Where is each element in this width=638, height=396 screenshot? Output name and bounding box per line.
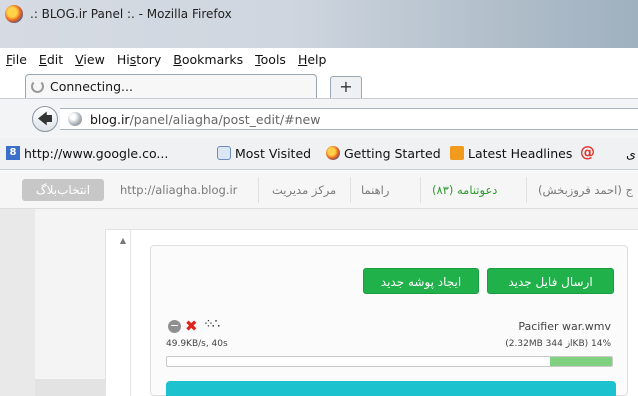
editor-toolbar-bar bbox=[166, 381, 616, 396]
menu-tools[interactable]: Tools bbox=[249, 48, 292, 70]
cancel-upload-icon[interactable]: ✖ bbox=[185, 317, 198, 335]
new-folder-button[interactable]: ایجاد پوشه جدید bbox=[363, 268, 479, 294]
minimize-icon[interactable]: − bbox=[168, 320, 181, 333]
invites-link[interactable]: دعوتنامه (۸۳) bbox=[432, 183, 497, 197]
upload-progress-spinner-icon: ⁘∴ bbox=[203, 317, 220, 332]
new-tab-button[interactable]: + bbox=[330, 76, 362, 98]
manage-center-link[interactable]: مرکز مدیریت bbox=[272, 183, 336, 197]
bookmark-google[interactable]: http://www.google.co... bbox=[24, 146, 168, 161]
loading-spinner-icon bbox=[31, 80, 44, 93]
upload-box: ایجاد پوشه جدید ارسال فایل جدید − ✖ ⁘∴ 4… bbox=[150, 245, 628, 396]
upload-file-name: Pacifier war.wmv bbox=[518, 320, 611, 333]
at-sign-icon[interactable]: @ bbox=[580, 143, 595, 161]
window-title: .: BLOG.ir Panel :. - Mozilla Firefox bbox=[30, 7, 232, 21]
tab-strip: Connecting... + bbox=[0, 70, 638, 98]
nav-separator bbox=[420, 177, 421, 203]
left-panel bbox=[0, 209, 35, 396]
url-bar[interactable]: blog.ir/panel/aliagha/post_edit/#new bbox=[60, 108, 638, 130]
navigation-bar: blog.ir/panel/aliagha/post_edit/#new 🡄 bbox=[0, 98, 638, 138]
nav-separator bbox=[350, 177, 351, 203]
bookmark-latest-headlines[interactable]: Latest Headlines bbox=[468, 146, 572, 161]
google-bookmark-icon: 8 bbox=[6, 146, 20, 160]
upload-file-button[interactable]: ارسال فایل جدید bbox=[487, 268, 614, 294]
menu-bar: File Edit View History Bookmarks Tools H… bbox=[0, 48, 332, 70]
guide-link[interactable]: راهنما bbox=[361, 183, 389, 197]
rss-feed-icon bbox=[450, 146, 464, 160]
tab-connecting[interactable]: Connecting... bbox=[25, 74, 317, 98]
upload-speed: 49.9KB/s, 40s bbox=[166, 339, 228, 349]
menu-file[interactable]: File bbox=[0, 48, 33, 70]
menu-help[interactable]: Help bbox=[292, 48, 333, 70]
menu-history[interactable]: History bbox=[111, 48, 167, 70]
page-content: انتخاب‌بلاگ http://aliagha.blog.ir مرکز … bbox=[0, 171, 638, 396]
bookmarks-bar: 8 http://www.google.co... Most Visited G… bbox=[0, 138, 638, 170]
menu-edit[interactable]: Edit bbox=[33, 48, 69, 70]
getting-started-icon bbox=[326, 146, 340, 160]
left-panel-footer bbox=[35, 379, 105, 396]
nav-separator bbox=[258, 177, 259, 203]
title-bar: .: BLOG.ir Panel :. - Mozilla Firefox bbox=[0, 0, 638, 48]
tab-label: Connecting... bbox=[50, 79, 133, 94]
back-button[interactable]: 🡄 bbox=[32, 106, 58, 132]
url-text: blog.ir/panel/aliagha/post_edit/#new bbox=[90, 112, 321, 127]
nav-separator bbox=[526, 177, 527, 203]
bookmark-getting-started[interactable]: Getting Started bbox=[344, 146, 441, 161]
user-profile-link[interactable]: ج (احمد فروزبخش) bbox=[538, 183, 633, 197]
select-blog-button[interactable]: انتخاب‌بلاگ bbox=[22, 179, 104, 201]
blog-url-link[interactable]: http://aliagha.blog.ir bbox=[120, 183, 237, 197]
most-visited-icon bbox=[217, 146, 231, 160]
blog-nav-bar: انتخاب‌بلاگ http://aliagha.blog.ir مرکز … bbox=[0, 171, 638, 209]
bookmark-most-visited[interactable]: Most Visited bbox=[235, 146, 311, 161]
upload-file-size: (2.32MB از 344KB) 14% bbox=[505, 339, 611, 349]
upload-progress-bar bbox=[166, 356, 613, 367]
globe-icon bbox=[68, 112, 82, 126]
scroll-up-arrow-icon[interactable]: ▲ bbox=[118, 236, 128, 246]
menu-view[interactable]: View bbox=[69, 48, 111, 70]
bookmark-cut-text[interactable]: ی bbox=[626, 146, 636, 161]
upload-progress-fill bbox=[549, 357, 612, 366]
menu-bookmarks[interactable]: Bookmarks bbox=[167, 48, 249, 70]
firefox-logo-icon bbox=[5, 5, 23, 23]
scrollbar-track[interactable] bbox=[130, 229, 131, 396]
